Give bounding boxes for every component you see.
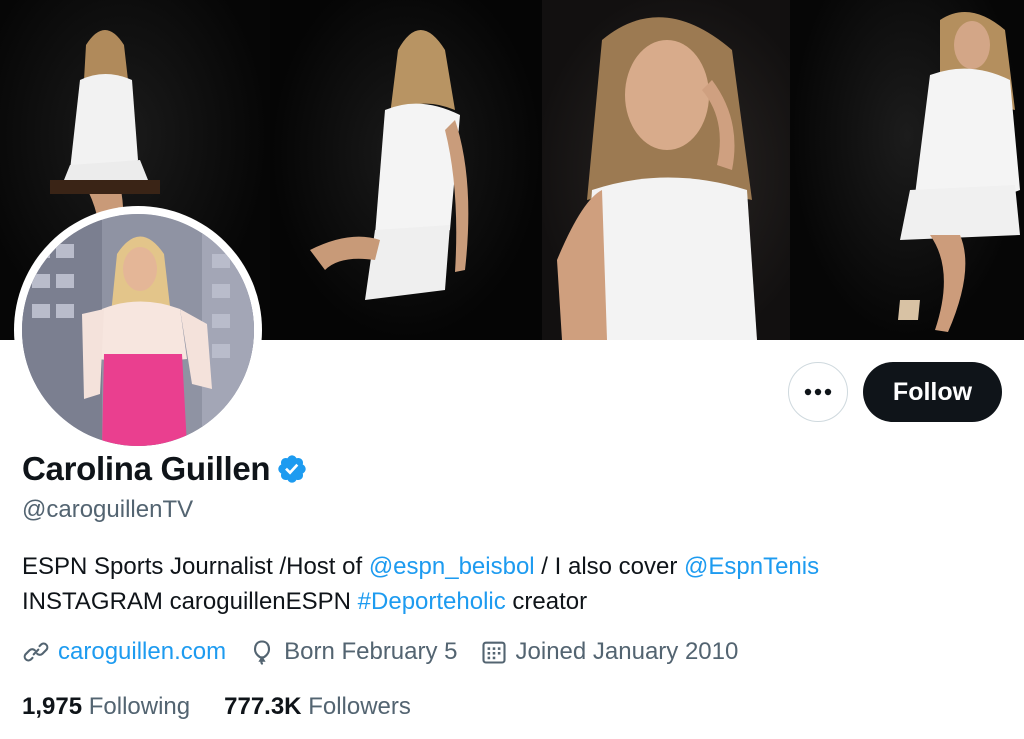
profile-meta: caroguillen.com Born February 5 Joined J… [22,638,760,666]
link-icon [23,642,49,662]
calendar-icon [481,641,506,664]
followers-count: 777.3K [224,693,302,720]
followers-label: Followers [308,693,411,720]
banner-photo-4 [790,0,1024,340]
profile-stats: 1,975 Following 777.3K Followers [22,693,445,721]
joined-item: Joined January 2010 [480,638,739,666]
avatar[interactable] [22,214,254,446]
website-link[interactable]: caroguillen.com [58,638,226,666]
website-item: caroguillen.com [22,638,226,666]
verified-badge-icon [278,455,306,483]
balloon-icon [254,640,271,665]
mention-link-espntenis[interactable]: @EspnTenis [684,553,819,580]
following-stat[interactable]: 1,975 Following [22,693,190,721]
birthday-item: Born February 5 [248,638,458,666]
display-name: Carolina Guillen [22,450,271,487]
following-label: Following [88,693,191,720]
banner-photo-3 [542,0,790,340]
birthday-text: Born February 5 [284,638,458,665]
profile-bio: ESPN Sports Journalist /Host of @espn_be… [22,549,819,619]
profile-name-row: Carolina Guillen [22,450,308,488]
joined-text: Joined January 2010 [515,638,739,665]
mention-link-espn-beisbol[interactable]: @espn_beisbol [369,553,535,580]
bio-text: INSTAGRAM caroguillenESPN [22,588,358,615]
follow-button[interactable]: Follow [863,362,1002,422]
bio-line-1: ESPN Sports Journalist /Host of @espn_be… [22,549,819,584]
hashtag-link-deporteholic[interactable]: #Deporteholic [358,588,506,615]
following-count: 1,975 [22,693,83,720]
banner-photo-2 [270,0,542,340]
user-handle: @caroguillenTV [22,496,194,523]
bio-line-2: INSTAGRAM caroguillenESPN #Deporteholic … [22,584,819,619]
ellipsis-icon [804,388,832,396]
bio-text: creator [505,588,588,615]
bio-text: ESPN Sports Journalist /Host of [22,553,369,580]
bio-text: / I also cover [534,553,685,580]
more-options-button[interactable] [788,362,848,422]
followers-stat[interactable]: 777.3K Followers [224,693,411,721]
